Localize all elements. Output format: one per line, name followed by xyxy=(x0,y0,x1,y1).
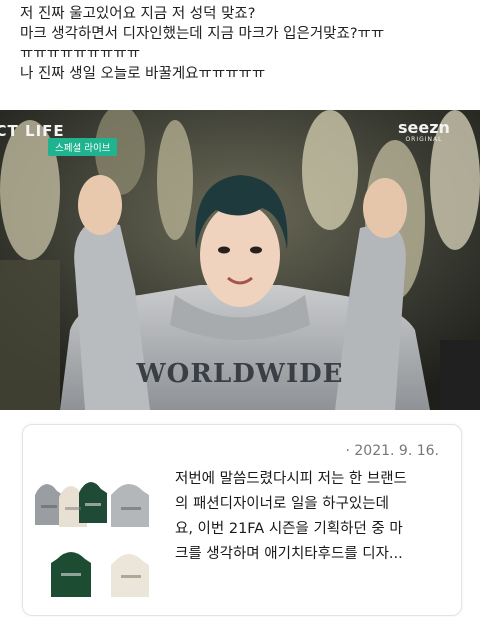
comment-line: 요, 이번 21FA 시즌을 기획하던 중 마 xyxy=(175,521,403,537)
comment-card[interactable]: · 2021. 9. 16. 저번에 말씀드렸다시피 저는 한 브랜드 의 패션… xyxy=(22,424,462,616)
hoodie-thumbnail xyxy=(35,484,63,525)
comment-line: 크를 생각하며 애기치타후드를 디자... xyxy=(175,546,403,562)
segment-badge: 스페셜 라이브 xyxy=(48,138,118,156)
channel-logo-text: seezn xyxy=(398,118,450,137)
channel-logo: seezn ORIGINAL xyxy=(398,118,450,144)
comment-date: · 2021. 9. 16. xyxy=(345,443,439,459)
post-line: 나 진짜 생일 오늘로 바꿀게요ㅠㅠㅠㅠㅠ xyxy=(20,66,266,82)
post-line: ㅠㅠㅠㅠㅠㅠㅠㅠㅠ xyxy=(20,46,141,62)
hoodie-thumbnail xyxy=(111,484,149,527)
comment-line: 저번에 말씀드렸다시피 저는 한 브랜드 xyxy=(175,471,407,487)
hoodie-thumbnail xyxy=(79,482,107,523)
hoodie-print: WORLDWIDE xyxy=(135,359,343,389)
post-text: 저 진짜 울고있어요 지금 저 성덕 맞죠? 마크 생각하면서 디자인했는데 지… xyxy=(20,4,470,84)
post-line: 저 진짜 울고있어요 지금 저 성덕 맞죠? xyxy=(20,6,256,22)
product-thumbnails xyxy=(35,482,149,597)
comment-line: 의 패션디자이너로 일을 하구있는데 xyxy=(175,496,389,512)
post-line: 마크 생각하면서 디자인했는데 지금 마크가 입은거맞죠?ㅠㅠ xyxy=(20,26,385,42)
comment-body: 저번에 말씀드렸다시피 저는 한 브랜드 의 패션디자이너로 일을 하구있는데 … xyxy=(175,467,455,567)
channel-logo-sub: ORIGINAL xyxy=(405,136,443,143)
video-screenshot[interactable]: WORLDWIDE NCT LIFE 스페셜 라이브 seezn ORIGINA… xyxy=(0,110,480,410)
